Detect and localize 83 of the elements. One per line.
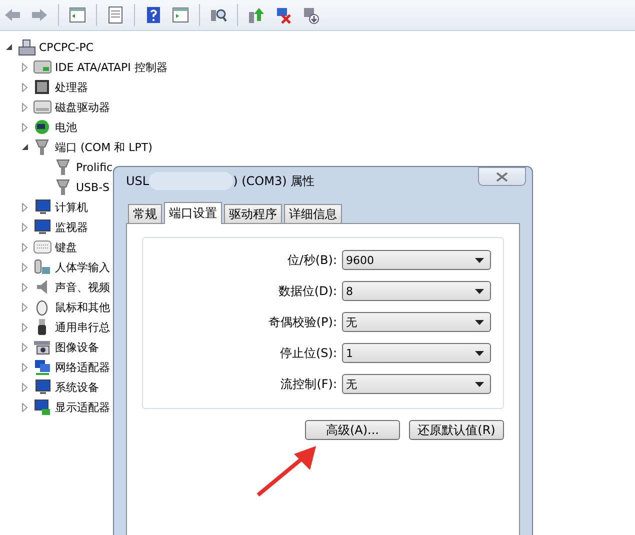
tree-item[interactable]: 图像设备	[55, 340, 99, 354]
tree-item[interactable]: 监视器	[55, 220, 88, 234]
dropdown-arrow-icon	[475, 258, 484, 262]
tree-item[interactable]: 端口 (COM 和 LPT)	[55, 140, 152, 154]
device-icon	[33, 358, 52, 376]
expand-arrow-icon[interactable]	[20, 382, 30, 392]
dropdown[interactable]: 9600	[342, 250, 491, 270]
tree-item[interactable]: 键盘	[55, 240, 77, 254]
expand-arrow-icon[interactable]	[20, 342, 30, 352]
dropdown[interactable]: 1	[342, 343, 491, 363]
close-icon	[496, 172, 508, 182]
device-icon	[33, 238, 52, 256]
dropdown[interactable]: 无	[342, 312, 491, 332]
device-icon	[33, 198, 52, 216]
expand-arrow-icon[interactable]	[20, 122, 30, 132]
forward-arrow-icon	[30, 6, 49, 24]
close-button[interactable]	[478, 167, 526, 186]
window-title: ) (COM3) 属性	[233, 172, 315, 190]
tree-item[interactable]: 声音、视频	[55, 280, 110, 294]
remove-icon	[274, 6, 293, 24]
field-label: 奇偶校验(P):	[268, 314, 337, 330]
tree-item[interactable]: Prolific	[76, 160, 113, 174]
field-label: 停止位(S):	[280, 344, 337, 362]
expand-arrow-icon[interactable]	[20, 262, 30, 272]
device-icon	[33, 58, 52, 76]
dialog-button[interactable]: 高级(A)...	[305, 420, 400, 440]
dialog-button[interactable]: 还原默认值(R)	[409, 420, 504, 440]
device-icon	[33, 258, 52, 276]
device-icon	[33, 398, 52, 416]
expand-arrow-icon[interactable]	[20, 242, 30, 252]
tree-item[interactable]: 网络适配器	[55, 360, 110, 374]
dropdown[interactable]: 无	[342, 374, 491, 394]
expand-arrow-icon[interactable]	[20, 82, 30, 92]
field-label: 流控制(F):	[280, 376, 337, 392]
document-icon	[106, 6, 125, 24]
expand-arrow-icon[interactable]	[20, 202, 30, 212]
tree-item[interactable]: USB-S	[76, 180, 110, 194]
expand-arrow-icon[interactable]	[20, 322, 30, 332]
tree-item[interactable]: 计算机	[55, 200, 88, 214]
tab[interactable]: 常规	[128, 204, 162, 223]
device-icon	[33, 118, 52, 136]
expand-arrow-icon[interactable]	[20, 102, 30, 112]
device-icon	[33, 218, 52, 236]
device-icon	[33, 378, 52, 396]
tab[interactable]: 端口设置	[164, 202, 222, 224]
tab[interactable]: 详细信息	[284, 204, 342, 223]
device-icon	[33, 78, 52, 96]
tree-item[interactable]: 人体学输入	[55, 260, 110, 274]
dropdown-arrow-icon	[475, 350, 484, 356]
device-icon	[33, 98, 52, 116]
tree-item[interactable]: 鼠标和其他	[55, 300, 110, 314]
window-title: USL	[126, 174, 150, 188]
tree-item[interactable]: 电池	[55, 120, 77, 134]
tab[interactable]: 驱动程序	[224, 204, 282, 223]
tree-item[interactable]: 通用串行总	[55, 320, 110, 334]
tree-item[interactable]: 显示适配器	[55, 400, 110, 414]
field-label: 位/秒(B):	[287, 252, 337, 268]
window-icon	[171, 6, 190, 24]
expand-arrow-icon[interactable]	[20, 362, 30, 372]
expand-arrow-icon[interactable]	[20, 62, 30, 72]
device-icon	[33, 338, 52, 356]
download-icon	[301, 6, 320, 24]
dropdown-arrow-icon	[475, 288, 484, 294]
tree-item[interactable]: IDE ATA/ATAPI 控制器	[55, 60, 168, 74]
upload-icon	[247, 6, 266, 24]
collapse-arrow-icon[interactable]	[4, 44, 14, 50]
computer-icon	[17, 38, 36, 56]
tree-item[interactable]: CPCPC-PC	[39, 40, 94, 54]
back-arrow-icon	[3, 6, 22, 24]
expand-arrow-icon[interactable]	[20, 302, 30, 312]
window-icon	[68, 6, 87, 24]
tree-item[interactable]: 处理器	[55, 80, 88, 94]
tree-item[interactable]: 磁盘驱动器	[55, 100, 110, 114]
expand-arrow-icon[interactable]	[20, 402, 30, 412]
tree-item[interactable]: 系统设备	[55, 380, 99, 394]
expand-arrow-icon[interactable]	[20, 282, 30, 292]
field-label: 数据位(D):	[278, 282, 337, 300]
dropdown-arrow-icon	[475, 382, 484, 386]
collapse-arrow-icon[interactable]	[20, 144, 30, 150]
dropdown-arrow-icon	[475, 320, 484, 324]
expand-arrow-icon[interactable]	[20, 222, 30, 232]
dropdown[interactable]: 8	[342, 281, 491, 301]
help-icon	[144, 6, 163, 24]
